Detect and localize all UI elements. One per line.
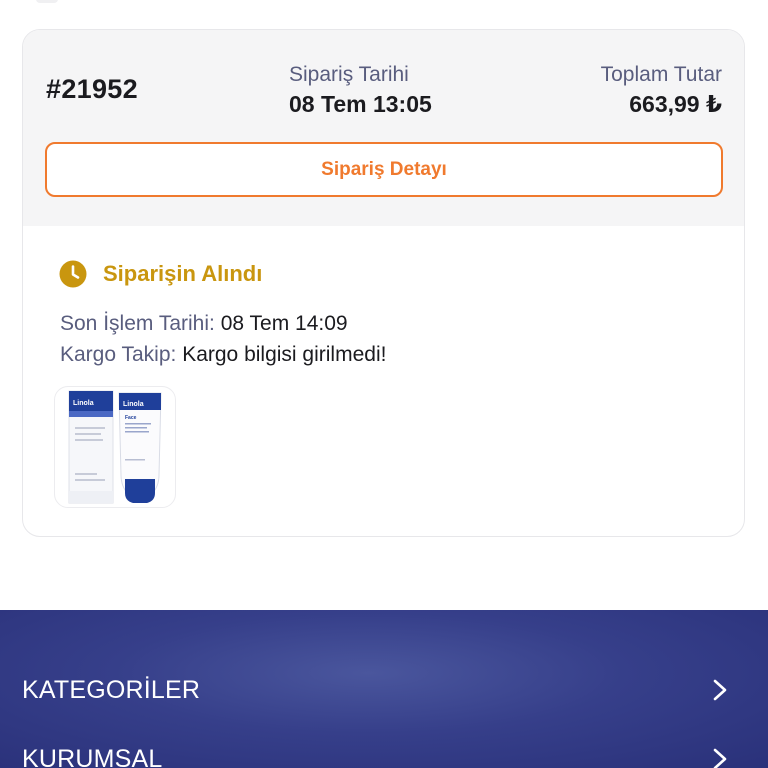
chevron-right-icon <box>712 747 728 768</box>
order-number: #21952 <box>46 74 138 104</box>
order-total-label: Toplam Tutar <box>600 63 722 86</box>
site-footer: KATEGORİLER KURUMSAL <box>0 610 768 768</box>
last-action-label: Son İşlem Tarihi: <box>60 312 215 335</box>
order-date-label: Sipariş Tarihi <box>289 63 409 86</box>
order-total-block: Toplam Tutar 663,99 ₺ <box>601 61 722 119</box>
footer-item-label: KURUMSAL <box>22 744 163 768</box>
last-action-value: 08 Tem 14:09 <box>220 312 348 335</box>
chevron-right-icon <box>712 678 728 702</box>
order-date-block: Sipariş Tarihi 08 Tem 13:05 <box>289 61 432 119</box>
order-summary-header: #21952 Sipariş Tarihi 08 Tem 13:05 Topla… <box>23 30 744 226</box>
footer-item-corporate[interactable]: KURUMSAL <box>0 729 768 768</box>
order-status-text: Siparişin Alındı <box>103 261 263 286</box>
tube-variant-text: Face <box>125 415 137 421</box>
product-thumbnail[interactable]: Linola Linola Face <box>54 386 176 508</box>
footer-item-categories[interactable]: KATEGORİLER <box>0 660 768 720</box>
cargo-tracking-line: Kargo Takip: Kargo bilgisi girilmedi! <box>60 341 386 369</box>
tube-brand-text: Linola <box>123 401 144 408</box>
order-detail-button[interactable]: Sipariş Detayı <box>45 142 723 197</box>
cargo-tracking-value: Kargo bilgisi girilmedi! <box>182 343 387 366</box>
last-action-line: Son İşlem Tarihi: 08 Tem 14:09 <box>60 310 348 338</box>
order-date-value: 08 Tem 13:05 <box>289 91 432 117</box>
order-history-page: #21952 Sipariş Tarihi 08 Tem 13:05 Topla… <box>0 0 768 768</box>
cargo-tracking-label: Kargo Takip: <box>60 343 177 366</box>
clock-icon <box>59 260 87 288</box>
order-status: Siparişin Alındı <box>59 260 262 288</box>
order-total-value: 663,99 ₺ <box>629 91 722 117</box>
product-image: Linola Linola Face <box>68 390 162 504</box>
footer-item-label: KATEGORİLER <box>22 675 201 704</box>
order-card: #21952 Sipariş Tarihi 08 Tem 13:05 Topla… <box>22 29 745 537</box>
box-brand-text: Linola <box>73 400 94 407</box>
previous-section-remnant <box>36 0 58 3</box>
